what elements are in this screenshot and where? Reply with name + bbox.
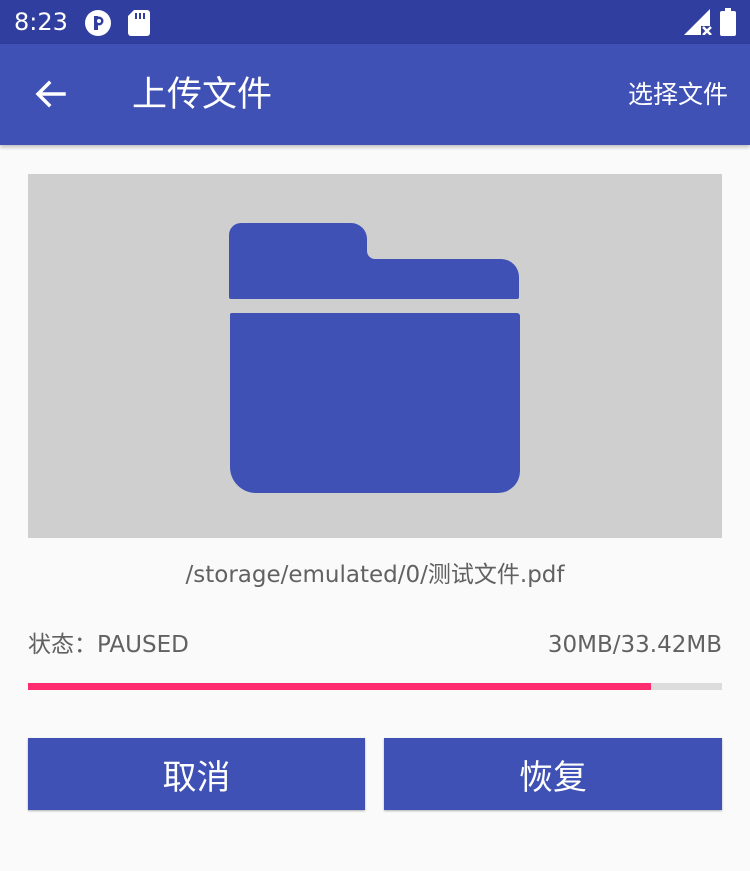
upload-status: 状态：PAUSED [28, 632, 189, 658]
file-path: /storage/emulated/0/测试文件.pdf [185, 562, 565, 588]
folder-icon [229, 223, 521, 497]
signal-off-icon [684, 9, 712, 39]
cancel-button[interactable]: 取消 [28, 738, 365, 810]
upload-progress-bar [28, 683, 722, 690]
status-bar: 8:23 [0, 0, 750, 44]
notification-p-icon [84, 9, 112, 41]
resume-button[interactable]: 恢复 [384, 738, 722, 810]
battery-icon [720, 8, 736, 40]
upload-progress-fill [28, 683, 651, 690]
back-button[interactable] [22, 68, 78, 124]
sd-card-icon [128, 10, 150, 40]
status-time: 8:23 [14, 8, 68, 36]
select-file-button[interactable]: 选择文件 [628, 78, 728, 112]
arrow-back-icon [34, 78, 66, 114]
app-bar: 上传文件 选择文件 [0, 44, 750, 145]
upload-status-row: 状态：PAUSED 30MB/33.42MB [28, 628, 722, 662]
upload-size: 30MB/33.42MB [547, 632, 722, 658]
page-title: 上传文件 [132, 75, 273, 115]
